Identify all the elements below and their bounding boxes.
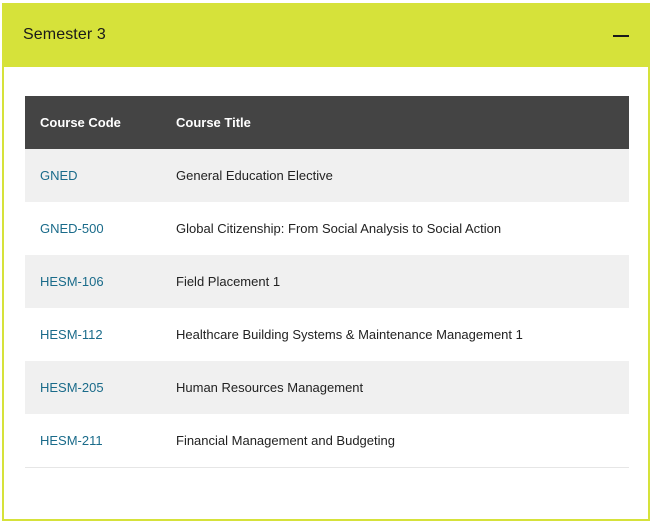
table-row: HESM-112 Healthcare Building Systems & M… [25, 308, 629, 361]
course-title-cell: Healthcare Building Systems & Maintenanc… [161, 308, 629, 361]
course-code-link[interactable]: HESM-205 [40, 380, 104, 395]
course-title-header: Course Title [161, 96, 629, 149]
course-code-link[interactable]: GNED-500 [40, 221, 104, 236]
course-code-link[interactable]: HESM-211 [40, 433, 103, 448]
semester-panel-header[interactable]: Semester 3 [4, 5, 648, 67]
course-title-cell: Global Citizenship: From Social Analysis… [161, 202, 629, 255]
course-code-cell: HESM-112 [25, 308, 161, 361]
course-table-body: GNED General Education Elective GNED-500… [25, 149, 629, 468]
table-row: HESM-205 Human Resources Management [25, 361, 629, 414]
table-row: GNED General Education Elective [25, 149, 629, 202]
course-code-cell: GNED-500 [25, 202, 161, 255]
course-code-link[interactable]: HESM-106 [40, 274, 104, 289]
table-row: HESM-211 Financial Management and Budget… [25, 414, 629, 468]
course-title-cell: Financial Management and Budgeting [161, 414, 629, 468]
semester-panel: Semester 3 Course Code Course Title GNED… [2, 3, 650, 521]
course-table: Course Code Course Title GNED General Ed… [25, 96, 629, 468]
course-code-cell: HESM-106 [25, 255, 161, 308]
course-title-cell: Human Resources Management [161, 361, 629, 414]
minus-icon[interactable] [612, 27, 630, 45]
course-code-cell: HESM-205 [25, 361, 161, 414]
course-title-cell: Field Placement 1 [161, 255, 629, 308]
course-table-head: Course Code Course Title [25, 96, 629, 149]
course-code-cell: GNED [25, 149, 161, 202]
course-table-wrapper: Course Code Course Title GNED General Ed… [25, 96, 629, 468]
course-title-cell: General Education Elective [161, 149, 629, 202]
course-code-header: Course Code [25, 96, 161, 149]
table-row: GNED-500 Global Citizenship: From Social… [25, 202, 629, 255]
course-code-link[interactable]: HESM-112 [40, 327, 103, 342]
table-row: HESM-106 Field Placement 1 [25, 255, 629, 308]
course-code-link[interactable]: GNED [40, 168, 78, 183]
course-code-cell: HESM-211 [25, 414, 161, 468]
course-table-header-row: Course Code Course Title [25, 96, 629, 149]
semester-title: Semester 3 [23, 26, 106, 43]
